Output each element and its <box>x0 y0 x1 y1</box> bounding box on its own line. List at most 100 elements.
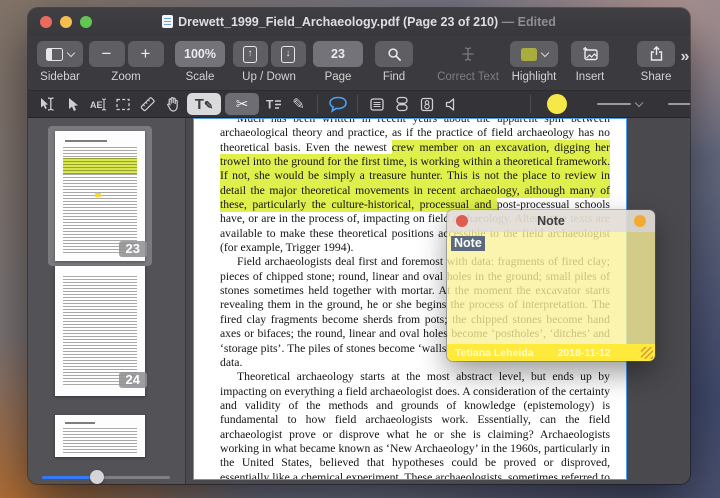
sidebar-group: Sidebar <box>36 41 84 83</box>
titlebar: Drewett_1999_Field_Archaeology.pdf (Page… <box>28 8 690 36</box>
page-down-button[interactable]: ↓ <box>270 41 306 67</box>
annotation-color-swatch[interactable] <box>547 94 567 114</box>
insert-group: Insert <box>568 41 612 83</box>
page-number-field[interactable]: 23 <box>313 41 363 67</box>
stamp-icon <box>395 96 408 112</box>
marquee-tool[interactable] <box>110 93 135 115</box>
note-window[interactable]: Note Note Tetiana Leheida 2018-11-12 <box>447 210 655 361</box>
share-icon <box>650 46 662 61</box>
chevron-down-icon <box>634 98 644 107</box>
svg-text:T: T <box>266 98 274 112</box>
scale-label: Scale <box>185 71 215 83</box>
line-weight-icon <box>668 103 690 105</box>
page-23-badge: 23 <box>118 241 147 257</box>
pencil-tool[interactable]: ✎ <box>286 93 311 115</box>
note-date: 2018-11-12 <box>557 346 611 359</box>
highlight-label: Highlight <box>511 71 557 83</box>
note-author: Tetiana Leheida <box>455 346 534 359</box>
toolbar-separator <box>357 95 358 113</box>
thumbnail-page-25[interactable] <box>55 415 145 457</box>
annotate-text-tool[interactable]: T✎ <box>187 93 221 115</box>
sidebar-icon <box>46 47 63 61</box>
attachment-tool[interactable] <box>414 93 439 115</box>
pointer-tool[interactable] <box>60 93 85 115</box>
line-style-dropdown[interactable] <box>597 98 644 107</box>
correct-text-group: Correct Text <box>432 41 504 83</box>
scale-group: 100% Scale <box>174 41 226 83</box>
thumb-heading <box>65 140 107 142</box>
highlight-swatch <box>520 47 537 61</box>
zoom-out-button[interactable]: − <box>88 41 125 67</box>
main-toolbar: Sidebar − + Zoom 100% Scale ↑ ↓ Up / Dow… <box>28 36 690 90</box>
chevron-down-icon <box>66 48 76 57</box>
hand-icon <box>167 97 178 112</box>
share-label: Share <box>640 71 672 83</box>
text-box-tool[interactable]: T <box>261 93 286 115</box>
speaker-icon <box>445 97 455 111</box>
chevron-down-icon <box>540 48 549 57</box>
scissors-icon: ✂ <box>235 95 249 113</box>
line-weight-dropdown[interactable] <box>668 103 690 105</box>
insert-button[interactable] <box>571 41 609 67</box>
stamp-tool[interactable] <box>389 93 414 115</box>
find-group: Find <box>374 41 414 83</box>
svg-text:AE: AE <box>90 100 103 110</box>
note-text-tool[interactable] <box>364 93 389 115</box>
arrow-down-icon: ↓ <box>281 45 295 63</box>
find-button[interactable] <box>375 41 413 67</box>
snapshot-tool[interactable]: ✂ <box>225 93 259 115</box>
updown-label: Up / Down <box>242 71 296 83</box>
thumb-text-lines <box>63 276 137 386</box>
annotation-toolbar: AE T✎ ✂ T ✎ <box>28 90 690 118</box>
pdf-doc-icon <box>162 15 174 28</box>
page-up-button[interactable]: ↑ <box>232 41 268 67</box>
note-lines-icon <box>369 97 384 111</box>
line-style-icon <box>597 103 631 105</box>
share-group: Share <box>634 41 678 83</box>
page-group: 23 Page <box>312 41 364 83</box>
correct-text-button <box>449 41 487 67</box>
thumbnail-size-slider[interactable] <box>42 470 170 484</box>
minimize-button[interactable] <box>60 16 72 28</box>
zoom-window-button[interactable] <box>80 16 92 28</box>
note-close-button[interactable] <box>456 215 468 227</box>
share-button[interactable] <box>637 41 675 67</box>
zoom-group: − + Zoom <box>88 41 164 83</box>
ruler-icon <box>140 97 155 112</box>
highlight-color-button[interactable] <box>510 41 558 67</box>
note-titlebar[interactable]: Note <box>447 210 655 232</box>
annotate-text-icon: T✎ <box>194 95 214 113</box>
insert-image-icon <box>582 47 598 61</box>
note-body[interactable]: Note <box>447 232 655 344</box>
sidebar-label: Sidebar <box>40 71 80 83</box>
thumb-highlight <box>63 158 137 174</box>
marquee-icon <box>115 98 130 110</box>
slider-fill <box>42 476 97 479</box>
thumbnail-selection: 23 <box>48 126 152 266</box>
sidebar-toggle-button[interactable] <box>37 41 83 67</box>
scale-button[interactable]: 100% <box>175 41 225 67</box>
hand-tool[interactable] <box>160 93 185 115</box>
zoom-label: Zoom <box>111 71 141 83</box>
zoom-in-button[interactable]: + <box>127 41 164 67</box>
close-button[interactable] <box>40 16 52 28</box>
thumb-note-icon <box>95 193 101 197</box>
note-footer: Tetiana Leheida 2018-11-12 <box>447 344 655 361</box>
more-tools-button[interactable]: » <box>677 48 690 66</box>
ruler-tool[interactable] <box>135 93 160 115</box>
note-color-button[interactable] <box>634 215 646 227</box>
note-tool[interactable] <box>324 93 351 115</box>
note-selected-text[interactable]: Note <box>451 236 485 251</box>
select-text-tool[interactable] <box>35 93 60 115</box>
pointer-icon <box>68 97 78 111</box>
thumbnail-page-24[interactable]: 24 <box>55 266 147 396</box>
note-resize-grip[interactable] <box>641 347 653 359</box>
pencil-icon: ✎ <box>292 95 305 113</box>
sound-tool[interactable] <box>439 93 464 115</box>
slider-knob[interactable] <box>90 470 104 484</box>
edit-text-tool[interactable]: AE <box>85 93 110 115</box>
edit-text-icon: AE <box>90 97 106 111</box>
toolbar-separator <box>317 95 318 113</box>
thumbnail-sidebar: 23 24 <box>28 118 186 484</box>
insert-label: Insert <box>575 71 605 83</box>
